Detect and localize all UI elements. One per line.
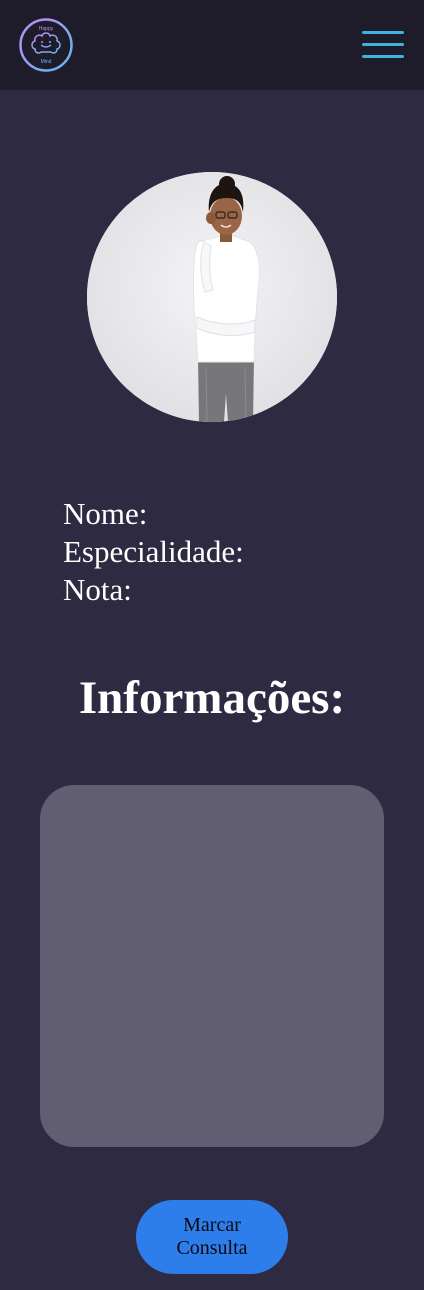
name-label: Nome:: [63, 496, 148, 531]
rating-label: Nota:: [63, 572, 132, 607]
menu-bar-icon: [362, 55, 404, 58]
logo-text-bottom: Mind: [41, 59, 52, 65]
happy-mind-logo[interactable]: Happy Mind: [19, 18, 73, 72]
specialty-label: Especialidade:: [63, 534, 244, 569]
hamburger-menu-button[interactable]: [362, 31, 404, 59]
brain-logo-icon: Happy Mind: [19, 18, 73, 72]
logo-text-top: Happy: [39, 26, 54, 32]
menu-bar-icon: [362, 31, 404, 34]
profile-info-list: Nome: Especialidade: Nota:: [63, 495, 244, 609]
top-header: Happy Mind: [0, 0, 424, 90]
book-appointment-button[interactable]: Marcar Consulta: [136, 1200, 288, 1274]
info-section-title: Informações:: [78, 672, 346, 724]
menu-bar-icon: [362, 43, 404, 46]
professional-woman-photo-icon: [87, 172, 337, 422]
info-panel: [40, 785, 384, 1147]
profile-photo: [87, 172, 337, 422]
